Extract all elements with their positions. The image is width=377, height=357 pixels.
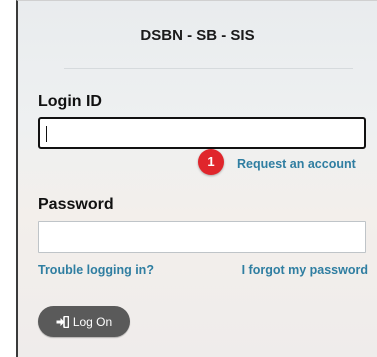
log-on-button[interactable]: Log On bbox=[38, 306, 130, 337]
password-input[interactable] bbox=[38, 221, 366, 253]
form-title: DSBN - SB - SIS bbox=[140, 27, 255, 44]
title-divider bbox=[64, 68, 353, 69]
trouble-logging-in-link[interactable]: Trouble logging in? bbox=[38, 263, 154, 277]
step-badge: 1 bbox=[198, 149, 224, 175]
login-id-label: Login ID bbox=[38, 93, 102, 110]
password-label: Password bbox=[38, 196, 114, 213]
page: DSBN - SB - SIS Login ID 1 Request an ac… bbox=[0, 0, 377, 357]
log-on-label: Log On bbox=[72, 314, 113, 329]
login-panel: DSBN - SB - SIS Login ID 1 Request an ac… bbox=[16, 0, 377, 357]
text-caret bbox=[46, 126, 47, 142]
forgot-password-link[interactable]: I forgot my password bbox=[242, 263, 368, 277]
sign-in-icon bbox=[56, 315, 69, 328]
login-id-input[interactable] bbox=[38, 117, 366, 149]
request-account-link[interactable]: Request an account bbox=[237, 157, 356, 171]
